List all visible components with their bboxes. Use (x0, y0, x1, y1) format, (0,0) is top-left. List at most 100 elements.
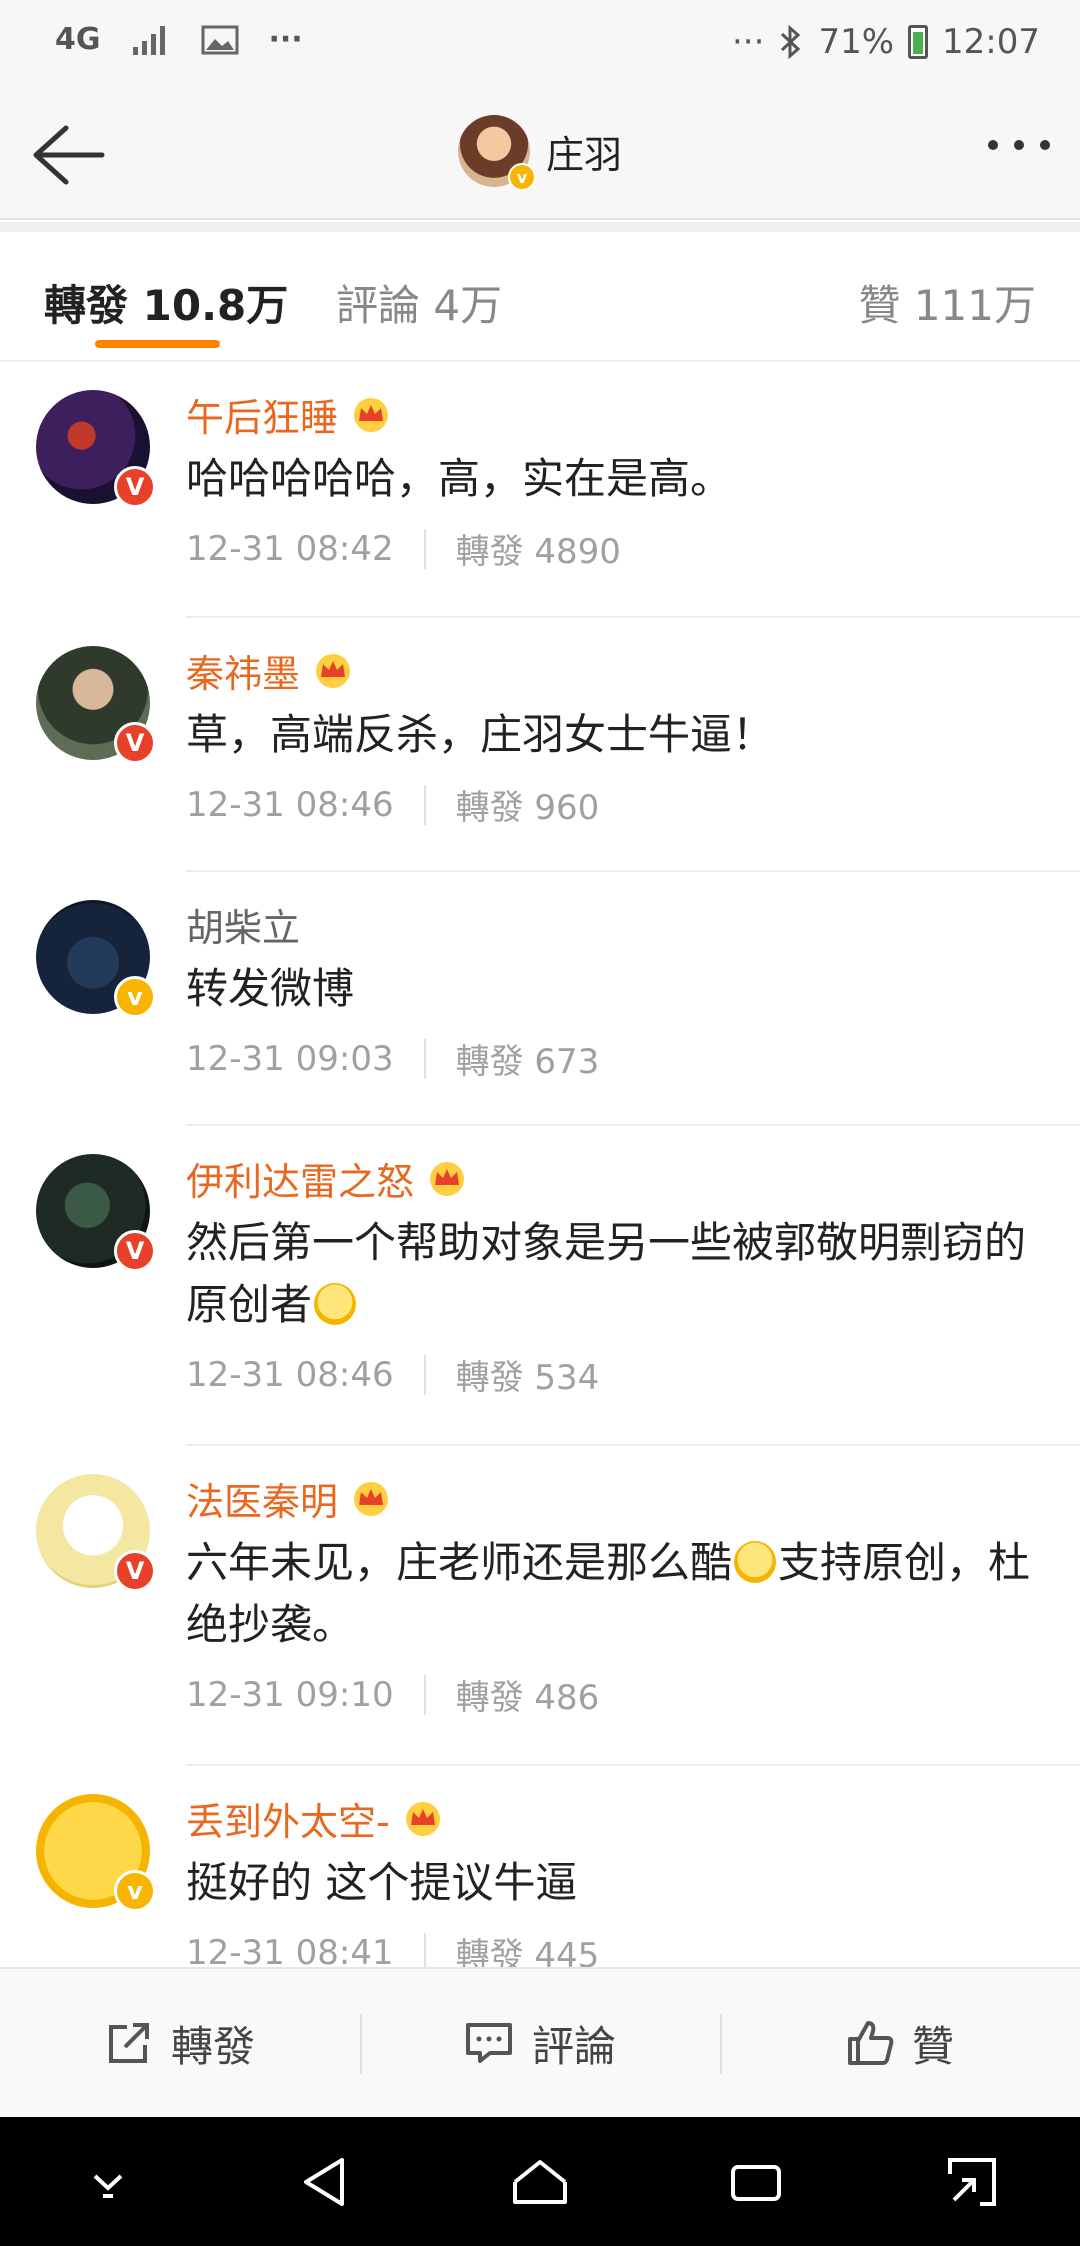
nav-back-icon (304, 2157, 344, 2206)
repost-text: 转发微博 (186, 964, 355, 1013)
status-bar: 4G ··· ··· 71% 12:07 (0, 0, 1080, 90)
like-button[interactable]: 贊 (720, 1969, 1080, 2117)
vip-crown-icon (430, 1162, 465, 1196)
status-right: ··· 71% 12:07 (732, 22, 1040, 62)
timestamp: 12-31 09:03 (186, 1038, 394, 1079)
tab-comments[interactable]: 評論 4万 (336, 272, 502, 333)
list-item[interactable]: V 伊利达雷之怒 然后第一个帮助对象是另一些被郭敬明剽窃的原创者 12-31 0… (0, 1126, 1080, 1444)
battery-percent: 71% (818, 22, 895, 62)
repost-label: 轉發 (170, 2021, 255, 2071)
timestamp: 12-31 08:42 (186, 528, 394, 569)
verified-badge-icon: v (114, 1870, 156, 1912)
repost-icon (108, 2023, 149, 2063)
meta-divider (423, 1038, 426, 1079)
username-text: 秦祎墨 (186, 651, 301, 696)
clock: 12:07 (942, 22, 1040, 62)
more-options-button[interactable] (988, 140, 1050, 150)
verified-badge-icon: V (114, 466, 156, 508)
bluetooth-icon (781, 24, 801, 60)
username-text: 午后狂睡 (186, 395, 339, 440)
meta-divider (423, 1674, 426, 1715)
verified-badge-icon: v (114, 976, 156, 1018)
title-wrap: v 庄羽 (0, 115, 1080, 191)
username-text: 丢到外太空- (186, 1799, 390, 1844)
verified-badge-icon: V (114, 1230, 156, 1272)
avatar[interactable]: V (36, 1474, 156, 1592)
avatar[interactable]: V (36, 646, 156, 764)
repost-count[interactable]: 轉發 486 (456, 1670, 600, 1719)
meta-divider (423, 784, 426, 825)
header-avatar[interactable]: v (457, 115, 536, 191)
nav-back-button[interactable] (289, 2147, 359, 2217)
list-item[interactable]: V 午后狂睡 哈哈哈哈哈，高，实在是高。 12-31 08:42 轉發 4890 (0, 362, 1080, 616)
action-bar: 轉發 評論 贊 (0, 1967, 1080, 2117)
username-text: 伊利达雷之怒 (186, 1159, 415, 1204)
username-text: 法医秦明 (186, 1479, 339, 1524)
username[interactable]: 秦祎墨 (186, 640, 1050, 700)
repost-text: 然后第一个帮助对象是另一些被郭敬明剽窃的原创者 (186, 1212, 1050, 1336)
list-item[interactable]: V 秦祎墨 草，高端反杀，庄羽女士牛逼！ 12-31 08:46 轉發 960 (0, 618, 1080, 870)
comment-icon (465, 2023, 512, 2063)
repost-count[interactable]: 轉發 960 (456, 780, 600, 829)
header-separator (0, 222, 1080, 232)
repost-meta: 12-31 08:41 轉發 445 (186, 1928, 1050, 1967)
list-item[interactable]: v 胡柴立 转发微博 12-31 09:03 轉發 673 (0, 872, 1080, 1124)
repost-count[interactable]: 轉發 673 (456, 1034, 600, 1083)
avatar[interactable]: v (36, 1794, 156, 1912)
vip-crown-icon (316, 654, 351, 688)
more-dot-icon (988, 140, 998, 150)
tab-likes[interactable]: 贊 111万 (858, 272, 1036, 333)
like-label: 贊 (911, 2021, 954, 2071)
repost-meta: 12-31 08:46 轉發 960 (186, 780, 1050, 829)
more-dot-icon (1040, 140, 1050, 150)
username[interactable]: 胡柴立 (186, 894, 1050, 954)
status-more: ··· (732, 22, 765, 62)
avatar[interactable]: v (36, 900, 156, 1018)
comment-label: 評論 (531, 2021, 616, 2071)
verified-badge-icon: V (114, 722, 156, 764)
vip-crown-icon (354, 1482, 389, 1516)
shy-emoji-icon (734, 1541, 777, 1583)
repost-text: 草，高端反杀，庄羽女士牛逼！ (186, 710, 775, 759)
repost-text: 哈哈哈哈哈，高，实在是高。 (186, 454, 733, 503)
list-item[interactable]: V 法医秦明 六年未见，庄老师还是那么酷 支持原创，杜绝抄袭。 12-31 09:… (0, 1446, 1080, 1764)
avatar[interactable]: V (36, 390, 156, 508)
repost-meta: 12-31 08:42 轉發 4890 (186, 524, 1050, 573)
page-title: 庄羽 (545, 132, 622, 177)
timestamp: 12-31 09:10 (186, 1674, 394, 1715)
repost-text: 挺好的 这个提议牛逼 (186, 1858, 578, 1907)
battery-icon (908, 25, 929, 59)
nav-down-button[interactable] (73, 2147, 143, 2217)
repost-count[interactable]: 轉發 534 (456, 1350, 600, 1399)
repost-text-part-a: 六年未见，庄老师还是那么酷 (186, 1538, 733, 1587)
vip-crown-icon (354, 398, 389, 432)
network-indicator: 4G (55, 22, 101, 57)
repost-meta: 12-31 09:03 轉發 673 (186, 1034, 1050, 1083)
username[interactable]: 伊利达雷之怒 (186, 1148, 1050, 1208)
timestamp: 12-31 08:46 (186, 1354, 394, 1395)
header: v 庄羽 (0, 90, 1080, 220)
repost-count[interactable]: 轉發 4890 (456, 524, 621, 573)
repost-count[interactable]: 轉發 445 (456, 1928, 600, 1967)
username[interactable]: 午后狂睡 (186, 384, 1050, 444)
username[interactable]: 丢到外太空- (186, 1788, 1050, 1848)
verified-badge-icon: v (507, 163, 536, 191)
username-text: 胡柴立 (186, 905, 301, 950)
verified-badge-icon: V (114, 1550, 156, 1592)
list-item[interactable]: v 丢到外太空- 挺好的 这个提议牛逼 12-31 08:41 轉發 445 (0, 1766, 1080, 1967)
nav-expand-button[interactable] (937, 2147, 1007, 2217)
repost-button[interactable]: 轉發 (0, 1969, 360, 2117)
repost-meta: 12-31 09:10 轉發 486 (186, 1670, 1050, 1719)
active-tab-indicator (95, 340, 220, 348)
meta-divider (423, 1932, 426, 1967)
username[interactable]: 法医秦明 (186, 1468, 1050, 1528)
timestamp: 12-31 08:46 (186, 784, 394, 825)
nav-recents-button[interactable] (721, 2147, 791, 2217)
nav-home-button[interactable] (505, 2147, 575, 2217)
repost-meta: 12-31 08:46 轉發 534 (186, 1350, 1050, 1399)
tab-reposts[interactable]: 轉發 10.8万 (44, 272, 288, 333)
status-left: 4G ··· (55, 22, 303, 57)
signal-icon (132, 25, 165, 55)
comment-button[interactable]: 評論 (360, 1969, 720, 2117)
avatar[interactable]: V (36, 1154, 156, 1272)
